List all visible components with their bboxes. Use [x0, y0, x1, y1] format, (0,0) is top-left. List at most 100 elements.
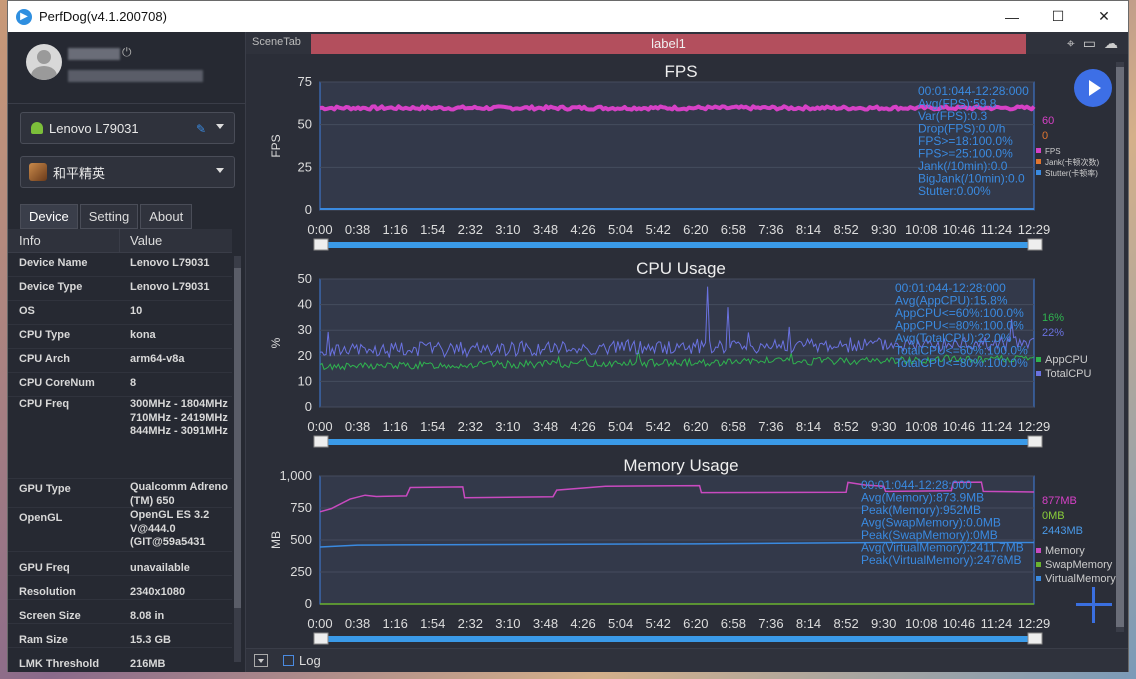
x-tick-label: 12:29 [1018, 616, 1051, 631]
x-tick-label: 0:00 [307, 222, 332, 237]
main-panel: SceneTab label1 ⌖ ▭ ☁ FPS 75 50 25 0 FPS 0:00… [246, 32, 1128, 672]
play-icon[interactable] [1074, 69, 1112, 107]
avatar[interactable] [26, 44, 62, 80]
x-tick-label: 8:14 [796, 616, 821, 631]
memory-chart: Memory Usage 1,000 750 500 250 0 MB 0:00 0:38 1:… [246, 456, 1128, 648]
header-info: Info [8, 229, 120, 252]
user-profile: ⏻ [8, 32, 246, 104]
maximize-button[interactable]: ☐ [1035, 1, 1081, 32]
location-icon[interactable]: ⌖ [1067, 35, 1075, 52]
x-tick-label: 9:30 [871, 419, 896, 434]
row-key: Ram Size [19, 634, 68, 646]
x-tick-label: 8:52 [833, 616, 858, 631]
y-axis-label: % [269, 337, 283, 348]
row-key: CPU Arch [19, 353, 70, 365]
y-axis-label: FPS [269, 134, 283, 157]
power-icon[interactable]: ⏻ [122, 45, 132, 60]
x-tick-label: 4:26 [570, 616, 595, 631]
folder-icon[interactable]: ▭ [1083, 35, 1096, 52]
close-button[interactable]: ✕ [1081, 1, 1127, 32]
x-tick-label: 1:16 [383, 222, 408, 237]
pen-icon[interactable]: ✎ [196, 122, 206, 136]
row-key: Device Name [19, 257, 88, 269]
x-tick-label: 8:14 [796, 419, 821, 434]
x-tick-label: 8:14 [796, 222, 821, 237]
plus-icon[interactable] [1076, 587, 1112, 623]
log-checkbox[interactable] [283, 655, 294, 666]
range-slider-track [320, 636, 1034, 642]
window-title: PerfDog(v4.1.200708) [39, 9, 167, 24]
sidebar-scrollbar[interactable] [234, 256, 241, 662]
sidebar: ⏻ Lenovo L79031 ✎ 和平精英 Device Setting Ab… [8, 32, 246, 672]
row-key: Screen Size [19, 610, 81, 622]
x-tick-label: 5:04 [608, 616, 633, 631]
x-tick-label: 11:24 [981, 616, 1013, 631]
sidebar-tabs: Device Setting About [20, 204, 194, 229]
row-value: 8 [130, 377, 137, 389]
legend-label: Stutter(卡顿率) [1045, 168, 1098, 178]
table-row: Device Name Lenovo L79031 [8, 253, 232, 277]
cpu-chart-svg[interactable]: 50 40 30 20 10 0% 0:00 0:38 1:16 1:54 2:32 3:10 3:48… [246, 259, 1128, 451]
expand-dropdown-icon[interactable] [254, 654, 268, 667]
minimize-button[interactable]: — [989, 1, 1035, 32]
legend-label: VirtualMemory [1045, 573, 1116, 585]
scene-label[interactable]: label1 [311, 34, 1026, 54]
table-row: OS 10 [8, 301, 232, 325]
device-select[interactable]: Lenovo L79031 ✎ [20, 112, 235, 144]
scroll-thumb[interactable] [234, 268, 241, 608]
row-value: Qualcomm Adreno (TM) 650 [130, 481, 228, 507]
header-value: Value [130, 233, 163, 248]
x-tick-label: 5:04 [608, 419, 633, 434]
fps-chart-svg[interactable]: 75 50 25 0 FPS 0:00 0:38 1:16 1:54 2:32 3:10 3:48 4:… [246, 62, 1128, 254]
y-tick-label: 75 [298, 74, 312, 89]
fps-chart: FPS 75 50 25 0 FPS 0:00 0:38 1:16 1:54 2:32 3:10 3:… [246, 62, 1128, 254]
legend-label: Memory [1045, 545, 1085, 557]
row-value: arm64-v8a [130, 353, 185, 365]
top-icons: ⌖ ▭ ☁ [1067, 35, 1118, 52]
legend-swatch [1036, 576, 1041, 581]
legend-label: AppCPU [1045, 354, 1088, 366]
x-tick-label: 5:42 [646, 616, 671, 631]
current-value: 2443MB [1042, 525, 1083, 537]
table-row: CPU Arch arm64-v8a [8, 349, 232, 373]
tab-setting[interactable]: Setting [79, 204, 139, 229]
scroll-thumb[interactable] [1116, 67, 1124, 627]
app-logo-icon: ▶ [16, 8, 32, 25]
legend-swatch [1036, 562, 1041, 567]
stats-text: Peak(VirtualMemory):2476MB [861, 553, 1022, 567]
row-value: 300MHz - 1804MHz 710MHz - 2419MHz 844MHz… [130, 398, 228, 438]
x-tick-label: 6:58 [721, 419, 746, 434]
y-tick-label: 0 [305, 399, 312, 414]
main-scrollbar[interactable] [1116, 62, 1124, 632]
x-tick-label: 3:10 [495, 419, 520, 434]
x-tick-label: 2:32 [458, 616, 483, 631]
tab-device[interactable]: Device [20, 204, 78, 229]
x-tick-label: 1:54 [420, 222, 445, 237]
row-value: OpenGL ES 3.2 V@444.0 (GIT@59a5431 [130, 509, 210, 549]
cloud-icon[interactable]: ☁ [1104, 35, 1118, 52]
current-value: 16% [1042, 312, 1064, 324]
x-tick-label: 0:00 [307, 419, 332, 434]
row-key: LMK Threshold [19, 658, 100, 670]
x-tick-label: 0:38 [345, 616, 370, 631]
tab-about[interactable]: About [140, 204, 193, 229]
chevron-down-icon [216, 124, 224, 129]
row-key: CPU Freq [19, 398, 70, 410]
scene-tab[interactable]: SceneTab [252, 36, 301, 48]
app-select[interactable]: 和平精英 [20, 156, 235, 188]
y-tick-label: 40 [298, 297, 312, 312]
title-bar: ▶ PerfDog(v4.1.200708) — ☐ ✕ [8, 1, 1128, 32]
range-slider-handle-right [1027, 435, 1043, 448]
username-blurred [68, 48, 120, 60]
x-tick-label: 6:58 [721, 616, 746, 631]
x-tick-label: 5:04 [608, 222, 633, 237]
y-tick-label: 750 [290, 500, 312, 515]
x-tick-label: 6:58 [721, 222, 746, 237]
cpu-chart: CPU Usage 50 40 30 20 10 0% 0:00 0:38 1:16 1:54 2:… [246, 259, 1128, 451]
bottom-bar: Log [246, 648, 1128, 672]
table-row: Device Type Lenovo L79031 [8, 277, 232, 301]
memory-chart-svg[interactable]: 1,0007505002500MB0:00 0:38 1:16 1:54 2:32 3:1… [246, 456, 1128, 648]
x-tick-label: 1:16 [383, 419, 408, 434]
current-value: 0 [1042, 130, 1048, 142]
range-slider-handle-left [313, 632, 329, 645]
